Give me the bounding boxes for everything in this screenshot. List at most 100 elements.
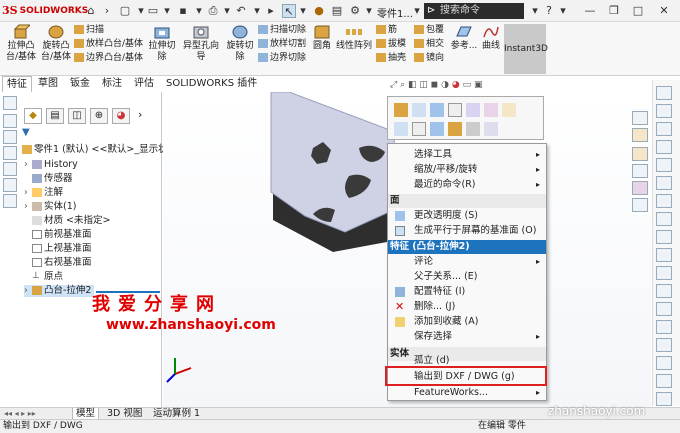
isolate-icon[interactable]	[484, 122, 498, 136]
tab-nav-arrows[interactable]: ◂◂ ◂ ▸ ▸▸	[4, 409, 36, 418]
filter-icon[interactable]: ▼	[22, 127, 36, 139]
reference-geometry-button[interactable]: 参考...	[450, 24, 478, 52]
save-icon[interactable]: ▪	[176, 4, 190, 18]
centerline-icon[interactable]	[656, 284, 672, 298]
revolve-cut-button[interactable]: 旋转切除	[226, 24, 254, 63]
menu-configure-feature[interactable]: 配置特征 (I)	[388, 285, 546, 299]
tree-root-part[interactable]: 零件1 (默认) <<默认>_显示状	[22, 144, 168, 156]
chevron-right-icon[interactable]: ›	[100, 4, 114, 18]
tree-item-sensors[interactable]: 传感器	[24, 173, 73, 185]
hide-icon[interactable]	[448, 103, 462, 117]
tab-sketch[interactable]: 草图	[34, 76, 62, 92]
fillet-sketch-icon[interactable]	[656, 248, 672, 262]
undo-icon[interactable]: ↶	[234, 4, 248, 18]
dropdown-icon[interactable]: ▾	[160, 4, 174, 18]
search-command-field[interactable]: ⊳ 搜索命令	[424, 3, 524, 19]
dropdown-icon[interactable]: ▾	[250, 4, 264, 18]
dropdown-icon[interactable]: ▾	[410, 4, 424, 18]
open-icon[interactable]: ▭	[146, 4, 160, 18]
linear-pattern-button[interactable]: 线性阵列	[334, 24, 374, 52]
options-icon[interactable]: ⚙	[348, 4, 362, 18]
hole-wizard-button[interactable]: 异型孔向导	[180, 24, 222, 63]
circle-icon[interactable]	[656, 176, 672, 190]
menu-save-selection[interactable]: 保存选择 ▸	[388, 330, 546, 344]
intersect-button[interactable]: 相交	[414, 38, 444, 51]
boundary-cut-button[interactable]: 边界切除	[258, 52, 306, 65]
hide-show-icon[interactable]: ◑	[441, 80, 449, 90]
view-normal-icon[interactable]	[430, 122, 444, 136]
zoom-fit-icon[interactable]: ⤢	[390, 80, 397, 90]
panel-icon-4[interactable]	[3, 162, 17, 176]
sweep-button[interactable]: 扫描	[74, 24, 104, 37]
arc-icon[interactable]	[656, 194, 672, 208]
sketch-tool-icon-2[interactable]	[656, 104, 672, 118]
rollback-icon[interactable]	[502, 103, 516, 117]
minimize-button[interactable]: —	[580, 3, 600, 19]
view-orientation-icon[interactable]: ◫	[419, 80, 428, 90]
view-settings-icon[interactable]: ▣	[474, 80, 483, 90]
menu-comment[interactable]: 评论 ▸	[388, 255, 546, 269]
boundary-boss-button[interactable]: 边界凸台/基体	[74, 52, 143, 65]
tree-item-material[interactable]: 材质 <未指定>	[24, 215, 110, 227]
display-manager-tab[interactable]: ◕	[112, 108, 130, 124]
revolve-boss-button[interactable]: 旋转凸台/基体	[40, 24, 72, 63]
restore-button[interactable]: ❐	[604, 3, 624, 19]
loft-button[interactable]: 放样凸台/基体	[74, 38, 143, 51]
trim-icon[interactable]	[656, 302, 672, 316]
design-library-icon[interactable]	[632, 128, 648, 142]
curves-button[interactable]: 曲线	[480, 24, 502, 52]
panel-nav-right-icon[interactable]: ›	[138, 108, 142, 121]
tree-item-history[interactable]: › History	[24, 159, 78, 171]
tab-sheet-metal[interactable]: 钣金	[66, 76, 94, 92]
new-icon[interactable]: ▢	[118, 4, 132, 18]
tree-item-front-plane[interactable]: 前视基准面	[24, 229, 92, 241]
boss-extrude-button[interactable]: 拉伸凸台/基体	[4, 24, 38, 63]
rectangle-icon[interactable]	[656, 158, 672, 172]
point-icon[interactable]	[656, 266, 672, 280]
dimxpert-tab[interactable]: ⊕	[90, 108, 108, 124]
menu-parent-child[interactable]: 父子关系... (E)	[388, 270, 546, 284]
search-dropdown-icon[interactable]: ▾	[528, 4, 542, 18]
polygon-icon[interactable]	[656, 230, 672, 244]
extrude-cut-button[interactable]: 拉伸切除	[148, 24, 176, 63]
line-icon[interactable]	[656, 140, 672, 154]
scene-icon[interactable]: ▭	[463, 80, 472, 90]
sketch-on-face-icon[interactable]	[394, 122, 408, 136]
zoom-area-icon[interactable]: ⌕	[400, 80, 405, 90]
sketch-tool-icon-3[interactable]	[656, 122, 672, 136]
mirror-button[interactable]: 镜向	[414, 52, 444, 65]
sketch-tool-icon-1[interactable]	[656, 86, 672, 100]
panel-expand-icon[interactable]	[3, 96, 17, 110]
dropdown-icon[interactable]: ▾	[220, 4, 234, 18]
shell-button[interactable]: 抽壳	[376, 52, 406, 65]
swept-cut-button[interactable]: 扫描切除	[258, 24, 306, 37]
dropdown-icon[interactable]: ▾	[362, 4, 376, 18]
configuration-manager-tab[interactable]: ◫	[68, 108, 86, 124]
feature-manager-tab[interactable]: ◆	[24, 108, 42, 124]
menu-add-to-favorites[interactable]: 添加到收藏 (A)	[388, 315, 546, 329]
print-icon[interactable]: ⎙	[206, 4, 220, 18]
zoom-to-selection-icon[interactable]	[466, 103, 480, 117]
help-icon[interactable]: ?	[542, 4, 556, 18]
menu-zoom-pan-rotate[interactable]: 缩放/平移/旋转 ▸	[388, 163, 546, 177]
file-properties-icon[interactable]: ▤	[330, 4, 344, 18]
menu-create-plane-parallel[interactable]: 生成平行于屏幕的基准面 (O)	[388, 224, 546, 238]
menu-select-tools[interactable]: 选择工具 ▸	[388, 148, 546, 162]
tab-features[interactable]: 特征	[2, 76, 32, 92]
tree-item-top-plane[interactable]: 上视基准面	[24, 243, 92, 255]
menu-recent-commands[interactable]: 最近的命令(R) ▸	[388, 178, 546, 192]
appearances-icon[interactable]	[632, 181, 648, 195]
edit-sketch-icon[interactable]	[412, 103, 426, 117]
panel-icon-3[interactable]	[3, 146, 17, 160]
relations-icon[interactable]	[656, 374, 672, 388]
lofted-cut-button[interactable]: 放样切割	[258, 38, 306, 51]
panel-icon-1[interactable]	[3, 114, 17, 128]
panel-icon-6[interactable]	[3, 194, 17, 208]
close-button[interactable]: ✕	[654, 3, 674, 19]
dropdown-icon[interactable]: ▾	[556, 4, 570, 18]
panel-icon-2[interactable]	[3, 130, 17, 144]
tree-item-right-plane[interactable]: 右视基准面	[24, 257, 92, 269]
select-other-icon[interactable]	[412, 122, 426, 136]
tree-item-boss-extrude2[interactable]: › 凸台-拉伸2	[24, 285, 94, 297]
wrap-button[interactable]: 包覆	[414, 24, 444, 37]
